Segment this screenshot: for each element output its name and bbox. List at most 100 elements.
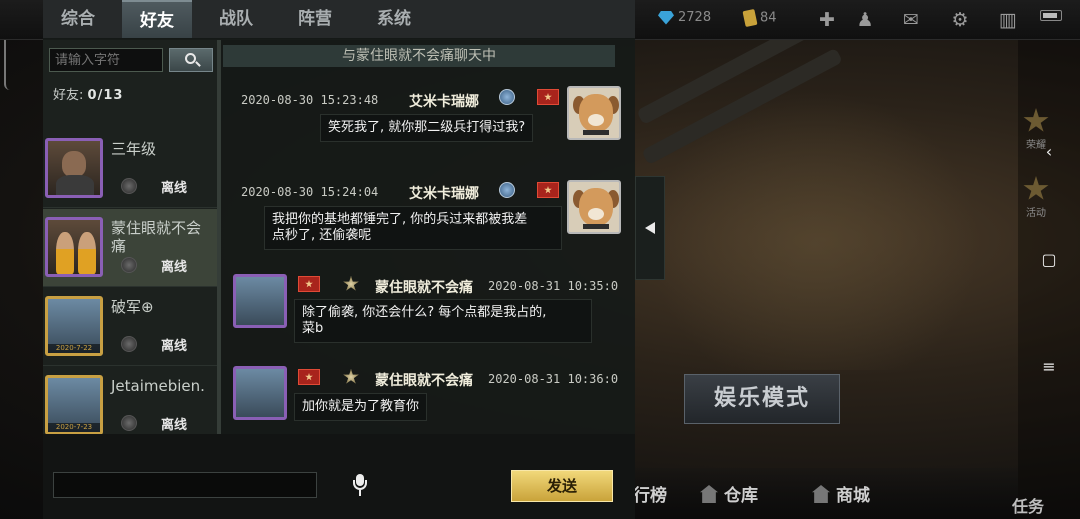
sender-avatar[interactable] [233,274,287,328]
rank-badge-icon [343,369,359,384]
tab-bar: 综合 好友 战队 阵营 系统 [43,0,635,38]
search-button[interactable] [169,48,213,72]
shop-label: 商城 [836,486,870,506]
friend-count-label: 好友: [53,88,84,103]
home-nav-icon[interactable]: ▢ [1040,251,1058,269]
tab-general[interactable]: 综合 [43,0,113,38]
rank-badge-icon [121,336,137,352]
avatar-body [56,175,94,195]
mic-icon-arc [353,480,367,490]
rail-item-event[interactable]: 活动 [1018,176,1054,219]
camp-badge-icon [537,182,559,198]
avatar-collar [583,224,609,229]
rank-badge-icon [499,182,515,198]
star-icon [1023,176,1049,200]
rail-label: 活动 [1026,208,1046,219]
tab-system[interactable]: 系统 [359,0,429,38]
shop-icon [812,485,830,503]
mission-button[interactable]: 任务 [1012,493,1044,517]
friend-name: Jetaimebien. [111,377,205,395]
chat-input-row: 发送 [43,434,635,519]
mail-icon[interactable]: ✉ [900,9,922,31]
rank-badge-icon [121,257,137,273]
message-sender: 蒙住眼就不会痛 [375,280,473,296]
gem-counter: 2728 [658,10,711,25]
send-button[interactable]: 发送 [511,470,613,502]
avatar-figure [56,232,74,274]
avatar-figure [78,232,96,274]
avatar-head [62,151,86,177]
chat-message-input[interactable] [53,472,317,498]
battery-icon [1040,10,1062,21]
camp-badge-icon [298,276,320,292]
sender-avatar[interactable] [233,366,287,420]
card-icon [742,8,758,28]
tab-camp[interactable]: 阵营 [280,0,350,38]
rank-badge-icon [343,276,359,291]
menu-nav-icon[interactable]: ≡ [1040,358,1058,376]
rank-badge-icon [121,178,137,194]
tab-team[interactable]: 战队 [201,0,271,38]
camp-badge-icon [537,89,559,105]
collapse-arrow-icon[interactable] [635,176,665,280]
card-count: 84 [760,10,777,26]
sender-avatar[interactable] [567,86,621,140]
message-time: 2020-08-30 15:23:48 [241,93,379,107]
avatar-collar [583,130,609,135]
message-bubble: 除了偷袭, 你还会什么? 每个点都是我占的, 菜b [294,299,592,343]
friend-status: 离线 [161,260,188,275]
message-text-line: 我把你的基地都锤完了, 你的兵过来都被我差 [272,212,528,227]
friend-count-value: 0/13 [87,88,124,103]
message-text-line: 除了偷袭, 你还会什么? 每个点都是我占的, [302,305,547,320]
friend-name: 破军⊕ [111,298,154,316]
message-time: 2020-08-30 15:24:04 [241,185,379,199]
message-bubble: 加你就是为了教育你 [294,393,428,421]
message-bubble: 我把你的基地都锤完了, 你的兵过来都被我差 点秒了, 还偷袭呢 [264,206,562,250]
avatar-snout [588,114,604,126]
avatar: 2020-7-23 [45,375,103,434]
warehouse-label: 仓库 [724,486,758,506]
rank-badge-icon [499,89,515,105]
warehouse-button[interactable]: 仓库 [700,481,758,506]
gem-count: 2728 [678,10,712,25]
avatar [45,217,103,277]
friend-list: 好友: 0/13 三年级 离线 蒙住眼就不会痛 离线 2020-7-22 破军⊕… [43,40,217,434]
camp-badge-icon [298,369,320,385]
friend-name: 三年级 [111,140,157,158]
avatar: 2020-7-22 [45,296,103,356]
entertainment-mode-button[interactable]: 娱乐模式 [684,374,840,424]
friend-search-input[interactable] [49,48,163,72]
message-sender: 艾米卡瑞娜 [409,186,479,202]
warehouse-icon [700,485,718,503]
gear-icon[interactable]: ⚙ [949,9,971,31]
friend-status: 离线 [161,181,188,196]
message-time: 2020-08-31 10:36:0 [488,372,619,386]
friend-count: 好友: 0/13 [53,84,123,103]
add-icon[interactable]: ✚ [816,9,838,31]
message-time: 2020-08-31 10:35:0 [488,279,619,293]
list-divider [217,40,221,434]
avatar-snout [588,208,604,220]
friend-item-3[interactable]: 2020-7-22 破军⊕ 离线 [43,288,217,366]
tab-friends[interactable]: 好友 [122,0,192,38]
friend-status: 离线 [161,339,188,354]
message-text-line: 菜b [302,321,324,336]
friend-item-2[interactable]: 蒙住眼就不会痛 离线 [43,209,217,287]
back-nav-icon[interactable]: ‹ [1040,143,1058,161]
book-icon[interactable]: ▥ [997,9,1019,31]
mic-icon[interactable] [351,474,369,496]
avatar-head [579,94,613,132]
social-panel: 综合 好友 战队 阵营 系统 好友: 0/13 三年级 离线 蒙住眼就不会痛 离… [43,0,635,519]
sender-avatar[interactable] [567,180,621,234]
friends-icon[interactable]: ♟ [854,9,876,31]
chat-title: 与蒙住眼就不会痛聊天中 [223,45,615,67]
friend-item-1[interactable]: 三年级 离线 [43,130,217,208]
avatar-date: 2020-7-22 [48,344,100,353]
chat-history[interactable]: 2020-08-30 15:23:48 艾米卡瑞娜 笑死我了, 就你那二级兵打得… [223,70,635,434]
gem-icon [658,10,674,25]
friend-item-4[interactable]: 2020-7-23 Jetaimebien. 离线 [43,367,217,434]
message-text: 笑死我了, 就你那二级兵打得过我? [328,120,526,135]
message-bubble: 笑死我了, 就你那二级兵打得过我? [320,114,534,142]
search-icon-handle [195,61,201,67]
shop-button[interactable]: 商城 [812,481,870,506]
